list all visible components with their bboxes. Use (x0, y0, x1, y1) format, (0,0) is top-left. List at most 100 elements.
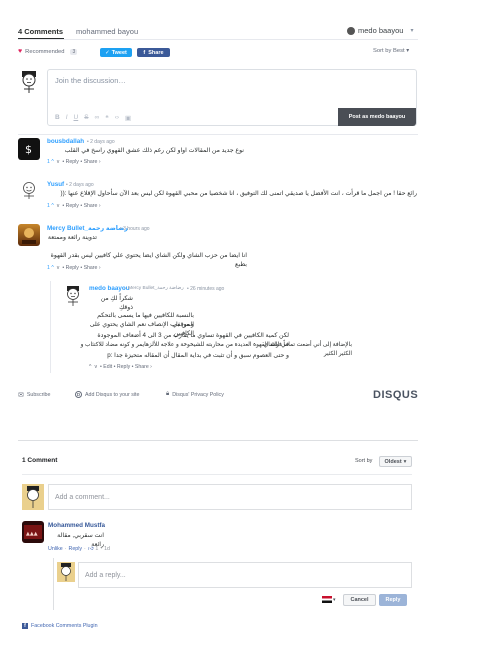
user-menu[interactable]: medo baayou ▾ (347, 26, 413, 35)
format-toolbar: B I U S ∞ ❝ ‹› ▣ (55, 114, 131, 122)
reply-share-links[interactable]: • Reply • Share › (62, 265, 100, 271)
recommend-label: Recommended (25, 48, 65, 55)
comment-time[interactable]: • 2 days ago (66, 182, 94, 188)
comment-actions[interactable]: 1 ^ v • Reply • Share › (47, 265, 101, 271)
fb-sort-label: Sort by (355, 458, 373, 464)
comment-actions[interactable]: 1 ^ v • Reply • Share › (47, 159, 101, 165)
fb-reply-thread-line (53, 558, 54, 610)
fb-add-reply-input[interactable]: Add a reply... (78, 562, 412, 588)
fb-reply-button[interactable]: Reply (379, 594, 407, 606)
thread-line (50, 281, 51, 373)
comment-actions[interactable]: 1 ^ v • Reply • Share › (47, 203, 101, 209)
fb-comment-count: 1 Comment (22, 457, 58, 464)
comment-input[interactable]: Join the discussion… (55, 76, 126, 85)
avatar[interactable]: $ (18, 138, 40, 160)
thumbs-up-icon: 👍︎ (87, 546, 94, 552)
upvote-button[interactable]: 1 ^ (47, 265, 54, 271)
image-icon[interactable]: ▣ (125, 114, 131, 122)
reply-share-links[interactable]: • Reply • Share › (62, 203, 100, 209)
quote-icon[interactable]: ❝ (105, 114, 109, 122)
twitter-icon: ✓ (105, 49, 110, 56)
recommend-count: 3 (70, 48, 78, 55)
code-icon[interactable]: ‹› (115, 114, 119, 122)
downvote-button[interactable]: v (57, 265, 60, 271)
tab-site-name[interactable]: mohammed bayou (76, 27, 138, 36)
lock-icon: 🔒︎ (166, 391, 170, 397)
comment-author[interactable]: Mercy Bullet_رضاضة رحمة (47, 225, 128, 232)
fb-sort-value: Oldest (384, 458, 402, 465)
downvote-button[interactable]: v (57, 203, 60, 209)
tweet-label: Tweet (111, 49, 127, 56)
upvote-button[interactable]: 1 ^ (47, 159, 54, 165)
comment-composer[interactable]: Join the discussion… B I U S ∞ ❝ ‹› ▣ Po… (47, 69, 417, 126)
comment-text-line: و حتى العصوم سبق و أن تثبت في بداية المق… (107, 352, 289, 359)
italic-icon[interactable]: I (66, 114, 68, 122)
add-disqus-link[interactable]: D Add Disqus to your site (75, 391, 139, 398)
disqus-d-icon: D (75, 391, 82, 398)
user-name: medo baayou (358, 26, 404, 35)
sort-label: Sort by Best (373, 48, 405, 54)
downvote-button[interactable]: v (94, 364, 97, 370)
reply-share-links[interactable]: • Reply • Share › (62, 159, 100, 165)
share-button[interactable]: f Share (137, 48, 170, 57)
fb-plugin-label: Facebook Comments Plugin (31, 623, 98, 629)
disqus-logo[interactable]: DISQUS (373, 389, 418, 401)
fb-identity-selector[interactable]: ▾ (322, 596, 336, 603)
share-label: Share (148, 49, 164, 56)
facebook-icon: f (143, 49, 146, 56)
upvote-button[interactable]: 1 ^ (47, 203, 54, 209)
chevron-down-icon: ▾ (410, 28, 414, 34)
fb-comment-author[interactable]: Mohammed Mustfa (48, 522, 105, 529)
user-avatar-icon (347, 26, 355, 35)
chevron-down-icon: ▾ (403, 458, 407, 465)
svg-text:$: $ (25, 143, 32, 156)
current-user-avatar (18, 69, 40, 97)
fb-comment-actions: Unlike · Reply · 👍︎ 1 · 1d (48, 546, 110, 552)
privacy-link[interactable]: 🔒︎ Disqus' Privacy Policy (166, 391, 224, 398)
sort-dropdown[interactable]: Sort by Best ▾ (373, 48, 409, 54)
subscribe-label: Subscribe (26, 392, 51, 398)
fb-reply-link[interactable]: Reply (69, 546, 83, 552)
add-disqus-label: Add Disqus to your site (85, 391, 140, 398)
comment-time[interactable]: • 3 hours ago (120, 226, 150, 232)
tab-comments[interactable]: 4 Comments (18, 27, 63, 36)
avatar[interactable] (18, 180, 40, 202)
recommend-button[interactable]: ♥ Recommended 3 (18, 48, 78, 55)
fb-unlike-link[interactable]: Unlike (48, 546, 63, 552)
comment-text-line: تدوينة رائعة وممتعة (47, 234, 97, 241)
edit-reply-share-links[interactable]: • Edit • Reply • Share › (100, 364, 152, 370)
comment-author[interactable]: bousbdallah (47, 138, 84, 145)
post-button[interactable]: Post as medo baayou (338, 108, 416, 126)
upvote-button[interactable]: ^ (89, 364, 91, 370)
facebook-icon: f (22, 623, 28, 629)
mail-icon: ✉ (18, 392, 24, 399)
underline-icon[interactable]: U (74, 114, 79, 122)
fb-cancel-button[interactable]: Cancel (343, 594, 376, 606)
fb-sort-dropdown[interactable]: Oldest ▾ (379, 456, 412, 467)
bold-icon[interactable]: B (55, 114, 60, 122)
flag-icon (322, 596, 332, 603)
downvote-button[interactable]: v (57, 159, 60, 165)
svg-text:▲▲▲: ▲▲▲ (26, 531, 38, 537)
comment-time[interactable]: • 2 days ago (87, 139, 115, 145)
comment-text-line: شكراً لكِ من ذوقكِ (100, 295, 133, 311)
comment-time[interactable]: • 26 minutes ago (187, 286, 224, 292)
tweet-button[interactable]: ✓ Tweet (100, 48, 132, 57)
divider (22, 474, 412, 475)
section-divider (18, 440, 418, 441)
divider (18, 39, 418, 40)
comment-actions[interactable]: ^ v • Edit • Reply • Share › (89, 364, 152, 370)
fb-avatar[interactable]: ▲▲▲ (22, 521, 44, 543)
fb-plugin-link[interactable]: f Facebook Comments Plugin (22, 623, 98, 629)
avatar[interactable] (62, 284, 84, 310)
subscribe-link[interactable]: ✉ Subscribe (18, 391, 50, 399)
fb-add-comment-input[interactable]: Add a comment... (48, 484, 412, 510)
strikethrough-icon[interactable]: S (84, 114, 88, 122)
fb-comment-time[interactable]: 1d (104, 546, 110, 552)
reply-to-link[interactable]: → Mercy Bullet_رضاضة رحمة (122, 286, 184, 291)
avatar[interactable] (18, 224, 40, 246)
comment-author[interactable]: Yusuf (47, 181, 64, 188)
fb-like-count: 1 (95, 546, 99, 552)
comment-text: نوع جديد من المقالات اواو لكن رغم ذلك عش… (64, 147, 244, 154)
link-icon[interactable]: ∞ (95, 114, 100, 122)
